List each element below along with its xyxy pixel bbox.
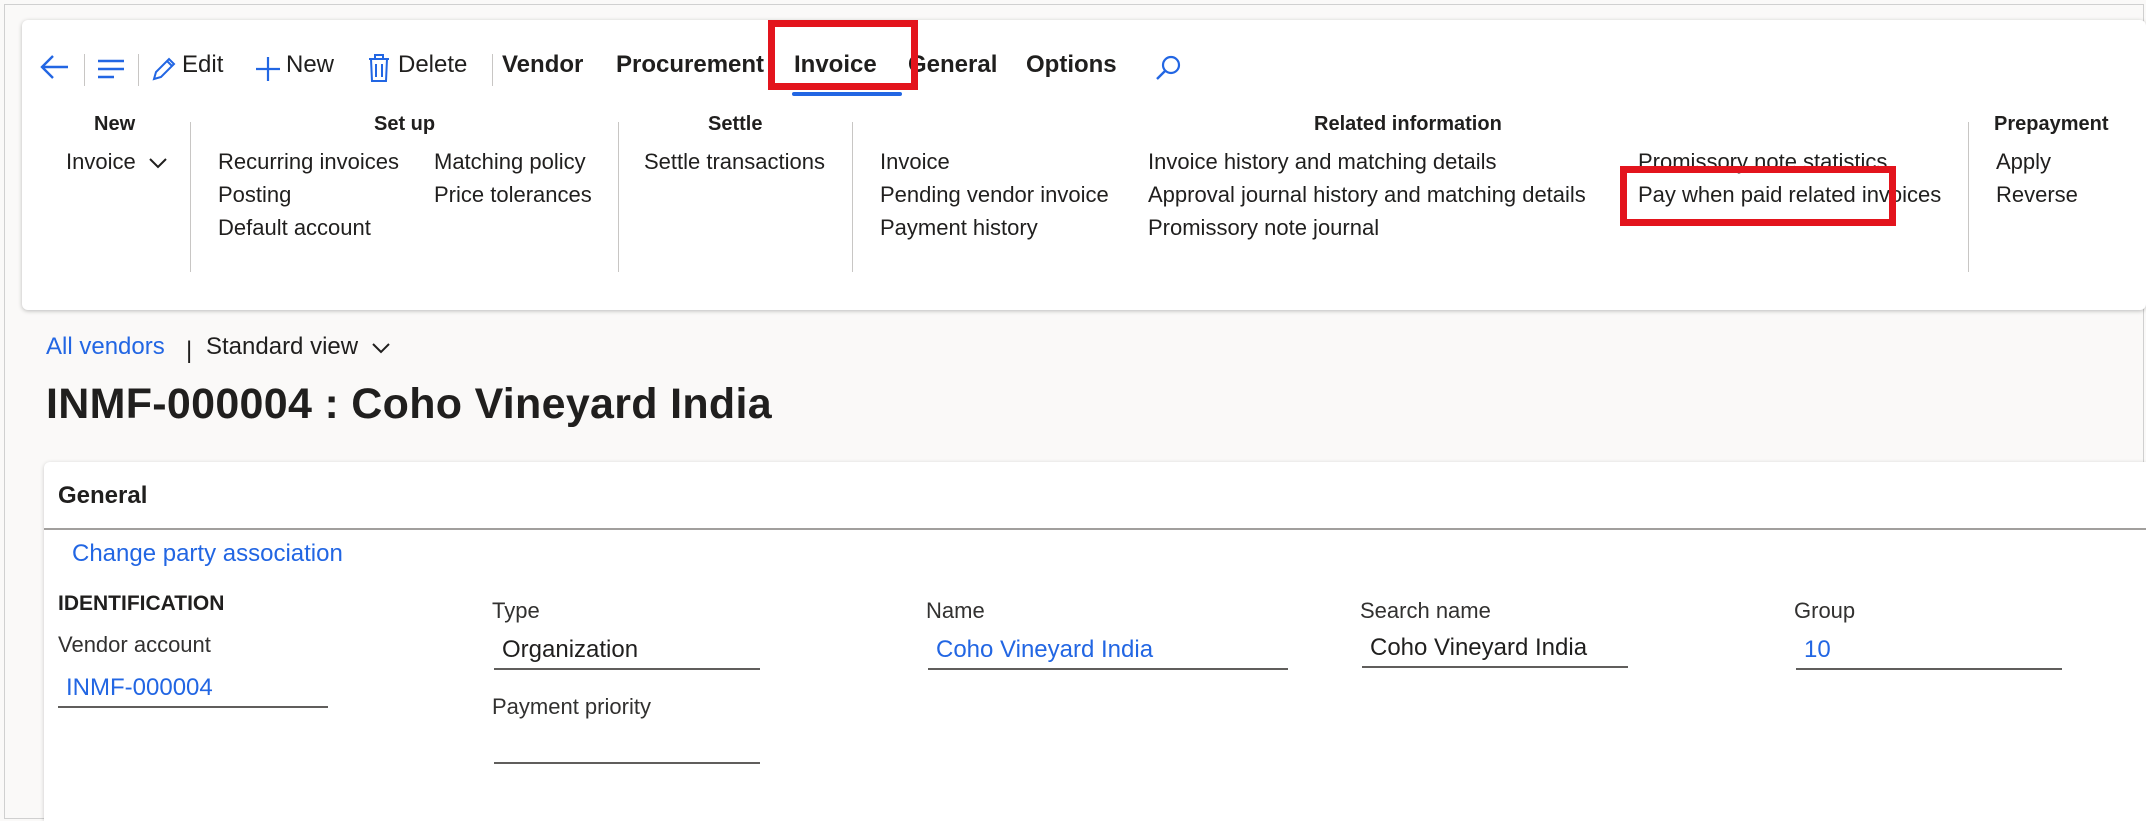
cmd-promissory-note-journal[interactable]: Promissory note journal	[1148, 214, 1379, 242]
tab-general[interactable]: General	[908, 50, 997, 80]
highlight-box-invoice-tab	[768, 20, 918, 90]
group-title-settle: Settle	[708, 113, 763, 135]
search-name-label: Search name	[1360, 598, 1491, 623]
tab-vendor[interactable]: Vendor	[502, 50, 583, 80]
fasttab-header-general[interactable]: General	[58, 482, 147, 510]
active-tab-indicator	[792, 92, 902, 96]
cmd-invoice[interactable]: Invoice	[880, 148, 950, 176]
page-title: INMF-000004 : Coho Vineyard India	[46, 380, 772, 428]
cmd-matching-policy[interactable]: Matching policy	[434, 148, 586, 176]
group-separator	[852, 122, 853, 272]
vendor-account-field[interactable]: INMF-000004	[58, 672, 328, 708]
group-separator	[190, 122, 191, 272]
group-separator	[618, 122, 619, 272]
view-selector-label: Standard view	[206, 333, 359, 360]
search-icon[interactable]	[1154, 54, 1182, 87]
view-selector[interactable]: Standard view	[206, 333, 391, 361]
general-fasttab: General Change party association IDENTIF…	[44, 462, 2146, 821]
action-pane: Edit New Delete Vendor Procurement Invoi…	[22, 20, 2146, 310]
delete-button[interactable]: Delete	[398, 50, 467, 80]
breadcrumb-all-vendors[interactable]: All vendors	[46, 333, 165, 361]
cmd-approval-journal-history[interactable]: Approval journal history and matching de…	[1148, 181, 1586, 209]
group-separator	[1968, 122, 1969, 272]
back-arrow-icon[interactable]	[40, 54, 70, 85]
menu-lines-icon[interactable]	[96, 58, 126, 85]
separator	[84, 54, 85, 86]
group-field[interactable]: 10	[1796, 634, 2062, 670]
group-title-new: New	[94, 113, 136, 135]
group-title-prepayment: Prepayment	[1994, 113, 2109, 135]
search-name-field[interactable]: Coho Vineyard India	[1362, 632, 1628, 668]
cmd-pending-vendor-invoice[interactable]: Pending vendor invoice	[880, 181, 1109, 209]
cmd-price-tolerances[interactable]: Price tolerances	[434, 181, 592, 209]
pencil-icon	[150, 55, 178, 88]
group-title-related-information: Related information	[1314, 113, 1502, 135]
type-field[interactable]: Organization	[494, 634, 760, 670]
tab-procurement[interactable]: Procurement	[616, 50, 764, 80]
cmd-settle-transactions[interactable]: Settle transactions	[644, 148, 825, 176]
breadcrumb-separator: |	[186, 337, 193, 364]
cmd-apply[interactable]: Apply	[1996, 148, 2051, 176]
payment-priority-label: Payment priority	[492, 694, 651, 719]
new-invoice-dropdown[interactable]: Invoice	[66, 148, 168, 176]
cmd-invoice-history-matching[interactable]: Invoice history and matching details	[1148, 148, 1497, 176]
cmd-posting[interactable]: Posting	[218, 181, 291, 209]
tab-options[interactable]: Options	[1026, 50, 1117, 80]
payment-priority-field[interactable]	[494, 728, 760, 764]
cmd-reverse[interactable]: Reverse	[1996, 181, 2078, 209]
cmd-payment-history[interactable]: Payment history	[880, 214, 1038, 242]
new-invoice-label: Invoice	[66, 149, 136, 174]
separator	[492, 54, 493, 86]
plus-icon	[254, 55, 282, 88]
group-label: Group	[1794, 598, 1856, 623]
group-title-setup: Set up	[374, 113, 436, 135]
chevron-down-icon	[149, 158, 167, 169]
type-label: Type	[492, 598, 540, 623]
vendor-account-label: Vendor account	[58, 632, 211, 657]
chevron-down-icon	[372, 342, 390, 354]
name-label: Name	[926, 598, 985, 623]
edit-button[interactable]: Edit	[182, 50, 223, 80]
name-field[interactable]: Coho Vineyard India	[928, 634, 1288, 670]
highlight-box-pay-when-paid	[1620, 166, 1896, 226]
action-pane-tabbar: Edit New Delete Vendor Procurement Invoi…	[22, 20, 2146, 90]
cmd-recurring-invoices[interactable]: Recurring invoices	[218, 148, 399, 176]
new-button[interactable]: New	[286, 50, 334, 80]
section-title-identification: IDENTIFICATION	[58, 592, 225, 615]
change-party-association-link[interactable]: Change party association	[72, 540, 343, 568]
trash-icon	[366, 52, 392, 89]
fasttab-divider	[44, 528, 2146, 530]
cmd-default-account[interactable]: Default account	[218, 214, 371, 242]
separator	[138, 54, 139, 86]
